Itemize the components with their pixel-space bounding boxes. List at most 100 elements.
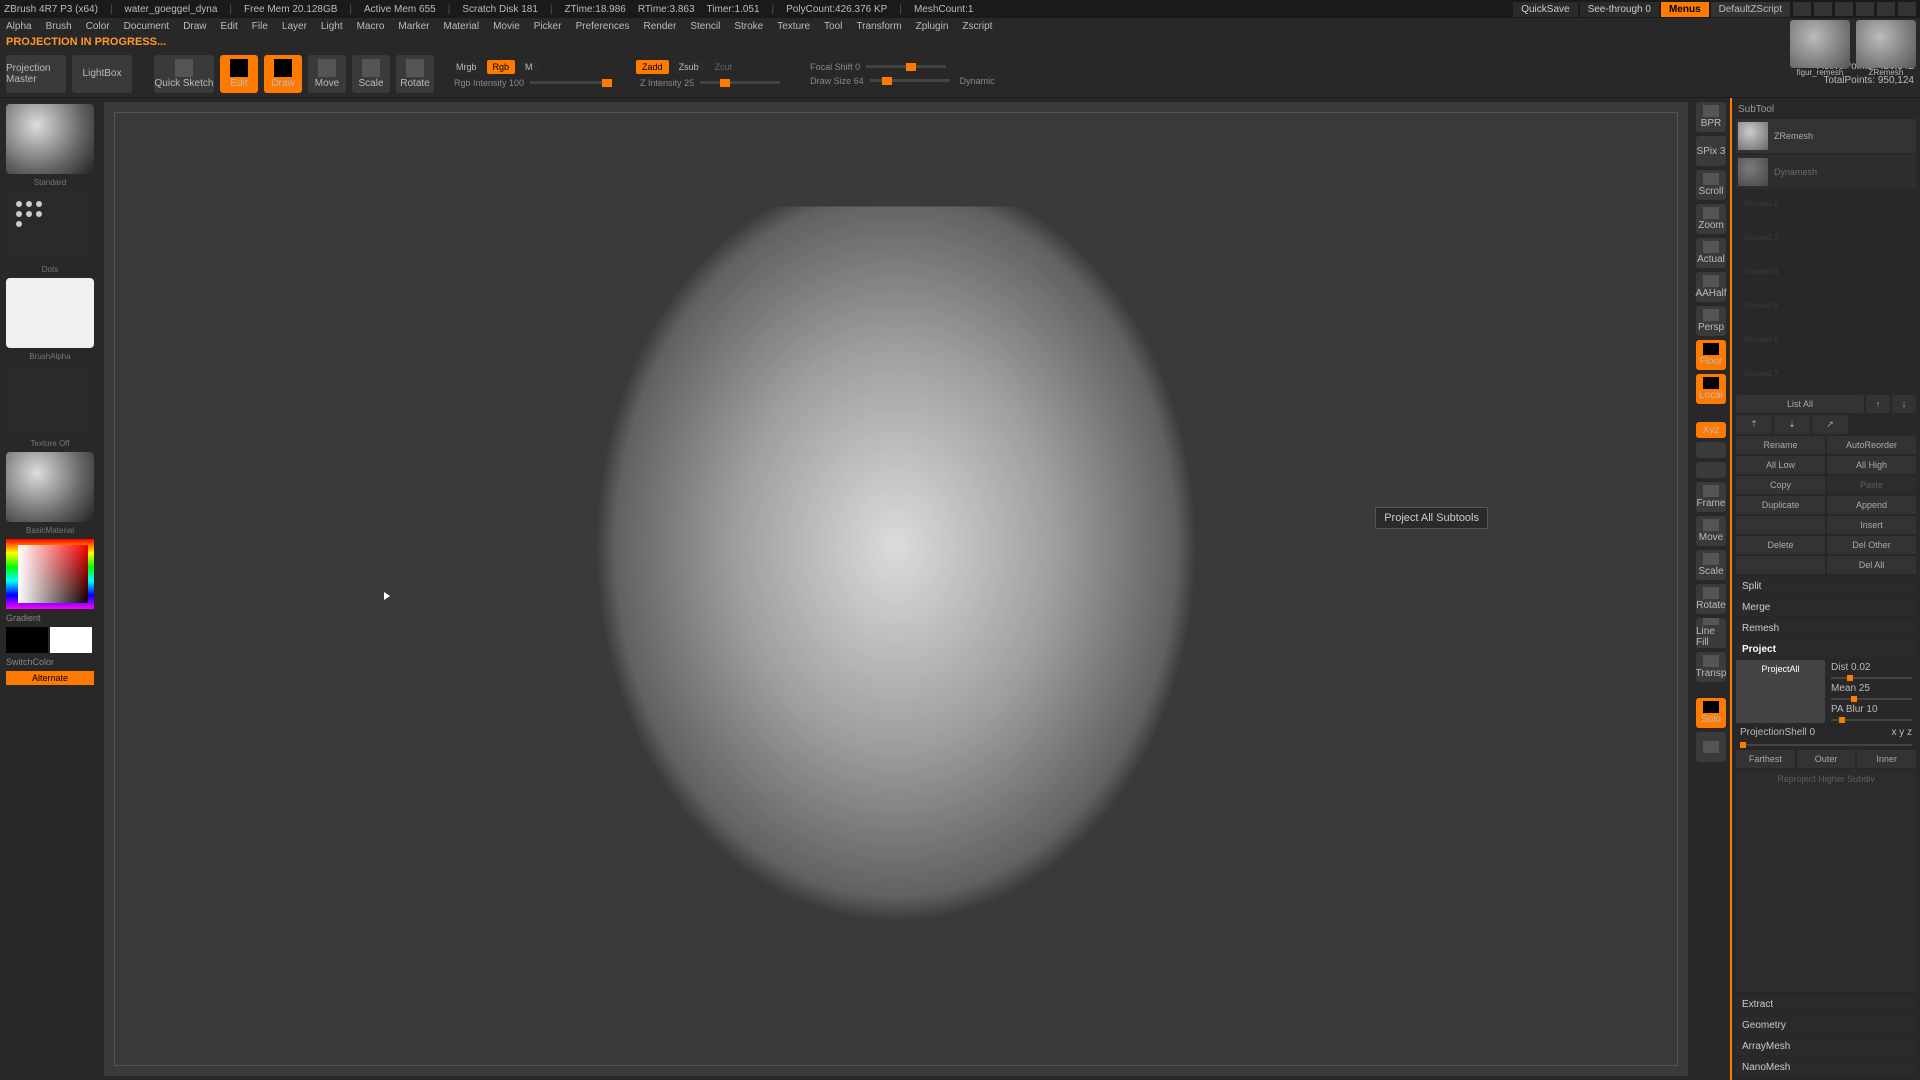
- menu-transform[interactable]: Transform: [856, 21, 901, 32]
- close-button[interactable]: [1898, 2, 1916, 16]
- color-picker[interactable]: [6, 539, 94, 609]
- rename-button[interactable]: Rename: [1736, 436, 1825, 454]
- window-button[interactable]: [1793, 2, 1811, 16]
- menu-document[interactable]: Document: [124, 21, 170, 32]
- spix-slider[interactable]: SPix 3: [1696, 136, 1726, 166]
- zadd-toggle[interactable]: Zadd: [636, 60, 669, 74]
- brush-thumb[interactable]: [6, 104, 94, 174]
- dist-param[interactable]: Dist 0.02: [1831, 662, 1870, 673]
- lightbox-button[interactable]: LightBox: [72, 55, 132, 93]
- move-down-icon[interactable]: ⇣: [1774, 415, 1810, 434]
- aahalf-button[interactable]: AAHalf: [1696, 272, 1726, 302]
- arrow-icon[interactable]: ↗: [1812, 415, 1848, 434]
- projection-shell[interactable]: ProjectionShell 0: [1740, 727, 1815, 738]
- default-zscript[interactable]: DefaultZScript: [1711, 2, 1790, 17]
- z-intensity-slider[interactable]: [700, 81, 780, 84]
- menu-zscript[interactable]: Zscript: [962, 21, 992, 32]
- mean-param[interactable]: Mean 25: [1831, 683, 1870, 694]
- geometry-section[interactable]: Geometry: [1736, 1017, 1916, 1034]
- menu-texture[interactable]: Texture: [777, 21, 810, 32]
- window-button[interactable]: [1814, 2, 1832, 16]
- projshell-slider[interactable]: [1740, 744, 1912, 746]
- arrow-up-icon[interactable]: ↑: [1866, 395, 1890, 413]
- scale-button[interactable]: Scale: [352, 55, 390, 93]
- dynamic-label[interactable]: Dynamic: [960, 76, 995, 86]
- draw-size-slider[interactable]: [870, 79, 950, 82]
- texture-thumb[interactable]: [6, 365, 94, 435]
- all-high-button[interactable]: All High: [1827, 456, 1916, 474]
- move-up-icon[interactable]: ⇡: [1736, 415, 1772, 434]
- list-all-button[interactable]: List All: [1736, 395, 1864, 413]
- nav-scale-button[interactable]: Scale: [1696, 550, 1726, 580]
- zsub-toggle[interactable]: Zsub: [673, 60, 705, 74]
- mrgb-toggle[interactable]: Mrgb: [450, 60, 483, 74]
- remesh-section[interactable]: Remesh: [1736, 620, 1916, 637]
- local-button[interactable]: Local: [1696, 374, 1726, 404]
- frame-button[interactable]: Frame: [1696, 482, 1726, 512]
- window-button[interactable]: [1835, 2, 1853, 16]
- axis-z[interactable]: [1696, 462, 1726, 478]
- scroll-button[interactable]: Scroll: [1696, 170, 1726, 200]
- menu-render[interactable]: Render: [644, 21, 677, 32]
- subtool-header[interactable]: SubTool: [1736, 102, 1916, 117]
- pablur-slider[interactable]: [1831, 719, 1912, 721]
- bpr-button[interactable]: BPR: [1696, 102, 1726, 132]
- draw-button[interactable]: Draw: [264, 55, 302, 93]
- menu-color[interactable]: Color: [86, 21, 110, 32]
- menu-material[interactable]: Material: [444, 21, 480, 32]
- rgb-toggle[interactable]: Rgb: [487, 60, 516, 74]
- menu-layer[interactable]: Layer: [282, 21, 307, 32]
- swatch-white[interactable]: [50, 627, 92, 653]
- rgb-intensity-slider[interactable]: [530, 81, 610, 84]
- minimize-button[interactable]: [1856, 2, 1874, 16]
- focal-shift[interactable]: Focal Shift 0: [810, 62, 860, 72]
- paste-button[interactable]: Paste: [1827, 476, 1916, 494]
- arraymesh-section[interactable]: ArrayMesh: [1736, 1038, 1916, 1055]
- seethrough-slider[interactable]: See-through 0: [1580, 2, 1659, 17]
- menu-zplugin[interactable]: Zplugin: [916, 21, 949, 32]
- xyz-button[interactable]: Xyz: [1696, 422, 1726, 438]
- material-thumb[interactable]: [6, 452, 94, 522]
- transp-button[interactable]: Transp: [1696, 652, 1726, 682]
- focal-shift-slider[interactable]: [866, 65, 946, 68]
- autoreorder-button[interactable]: AutoReorder: [1827, 436, 1916, 454]
- menu-movie[interactable]: Movie: [493, 21, 520, 32]
- menus-toggle[interactable]: Menus: [1661, 2, 1709, 17]
- stroke-thumb[interactable]: [6, 191, 94, 261]
- edit-button[interactable]: Edit: [220, 55, 258, 93]
- mean-slider[interactable]: [1831, 698, 1912, 700]
- m-toggle[interactable]: M: [519, 60, 539, 74]
- extract-section[interactable]: Extract: [1736, 996, 1916, 1013]
- draw-size[interactable]: Draw Size 64: [810, 76, 864, 86]
- append-button[interactable]: Append: [1827, 496, 1916, 514]
- copy-button[interactable]: Copy: [1736, 476, 1825, 494]
- dynamic-button[interactable]: [1696, 732, 1726, 762]
- menu-tool[interactable]: Tool: [824, 21, 842, 32]
- solo-button[interactable]: Solo: [1696, 698, 1726, 728]
- nav-rotate-button[interactable]: Rotate: [1696, 584, 1726, 614]
- floor-button[interactable]: Floor: [1696, 340, 1726, 370]
- nanomesh-section[interactable]: NanoMesh: [1736, 1059, 1916, 1076]
- nav-move-button[interactable]: Move: [1696, 516, 1726, 546]
- menu-picker[interactable]: Picker: [534, 21, 562, 32]
- inner-button[interactable]: Inner: [1857, 750, 1916, 768]
- tool-thumb[interactable]: [1790, 20, 1850, 68]
- menu-alpha[interactable]: Alpha: [6, 21, 32, 32]
- z-intensity[interactable]: Z Intensity 25: [640, 78, 694, 88]
- menu-draw[interactable]: Draw: [183, 21, 206, 32]
- tool-thumb[interactable]: [1856, 20, 1916, 68]
- persp-button[interactable]: Persp: [1696, 306, 1726, 336]
- projection-master-button[interactable]: Projection Master: [6, 55, 66, 93]
- reproject-button[interactable]: Reproject Higher Subdiv: [1736, 770, 1916, 992]
- zcut-toggle[interactable]: Zcut: [709, 60, 739, 74]
- menu-stencil[interactable]: Stencil: [690, 21, 720, 32]
- menu-preferences[interactable]: Preferences: [576, 21, 630, 32]
- quick-sketch-button[interactable]: Quick Sketch: [154, 55, 214, 93]
- project-section[interactable]: Project: [1736, 641, 1916, 658]
- del-all-button[interactable]: Del All: [1827, 556, 1916, 574]
- subtool-item[interactable]: Dynamesh: [1736, 155, 1916, 189]
- duplicate-button[interactable]: Duplicate: [1736, 496, 1825, 514]
- axis-y[interactable]: [1696, 442, 1726, 458]
- menu-marker[interactable]: Marker: [398, 21, 429, 32]
- dist-slider[interactable]: [1831, 677, 1912, 679]
